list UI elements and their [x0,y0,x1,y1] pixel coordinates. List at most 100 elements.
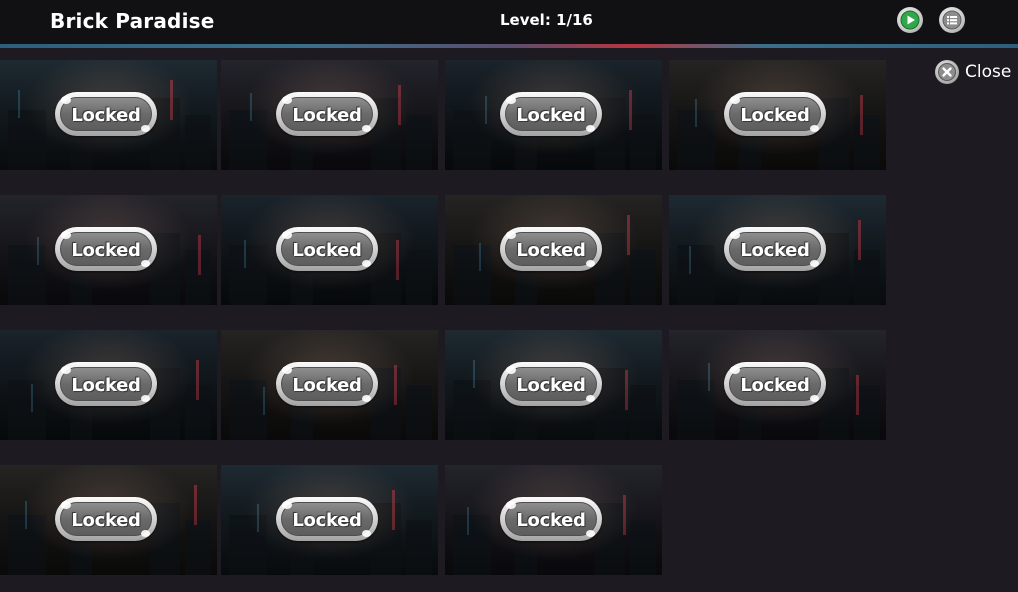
gallery-item-locked[interactable]: Locked [445,60,662,170]
badge-highlight [810,125,819,132]
gallery-item-locked[interactable]: Locked [669,195,886,305]
badge-highlight [730,366,740,374]
gallery-item-locked[interactable]: Locked [669,60,886,170]
locked-badge: Locked [55,362,157,406]
gallery-item-locked[interactable]: Locked [0,330,217,440]
locked-badge: Locked [55,497,157,541]
badge-highlight [506,501,516,509]
locked-label: Locked [740,375,810,396]
gallery-item-locked[interactable]: Locked [221,195,438,305]
locked-badge-inner: Locked [60,97,152,131]
locked-label: Locked [71,105,141,126]
locked-badge: Locked [276,92,378,136]
locked-label: Locked [292,105,362,126]
badge-highlight [282,366,292,374]
locked-badge-inner: Locked [281,97,373,131]
locked-label: Locked [740,240,810,261]
locked-badge: Locked [276,362,378,406]
close-icon [935,60,959,84]
badge-highlight [362,395,371,402]
gallery-item-locked[interactable]: Locked [221,60,438,170]
locked-label: Locked [516,240,586,261]
locked-badge: Locked [724,362,826,406]
badge-highlight [506,231,516,239]
badge-highlight [586,395,595,402]
locked-label: Locked [516,105,586,126]
gallery-item-locked[interactable]: Locked [0,465,217,575]
gallery-item-locked[interactable]: Locked [221,330,438,440]
locked-badge: Locked [724,92,826,136]
badge-highlight [810,260,819,267]
badge-highlight [506,366,516,374]
badge-highlight [362,530,371,537]
locked-label: Locked [71,240,141,261]
locked-label: Locked [516,375,586,396]
locked-badge-inner: Locked [505,232,597,266]
locked-label: Locked [516,510,586,531]
badge-highlight [282,501,292,509]
locked-badge-inner: Locked [281,367,373,401]
locked-label: Locked [292,240,362,261]
locked-label: Locked [71,375,141,396]
locked-badge-inner: Locked [729,367,821,401]
badge-highlight [141,260,150,267]
close-label: Close [965,62,1012,82]
play-button[interactable] [897,7,923,33]
game-title: Brick Paradise [50,9,215,33]
locked-badge-inner: Locked [729,97,821,131]
locked-badge-inner: Locked [505,502,597,536]
locked-label: Locked [292,510,362,531]
badge-highlight [810,395,819,402]
locked-label: Locked [740,105,810,126]
gallery-item-locked[interactable]: Locked [445,330,662,440]
locked-badge: Locked [276,497,378,541]
badge-highlight [61,96,71,104]
locked-badge-inner: Locked [60,232,152,266]
locked-badge: Locked [500,92,602,136]
header-accent-strip [0,44,1018,48]
level-indicator: Level: 1/16 [500,11,593,29]
locked-label: Locked [292,375,362,396]
badge-highlight [362,260,371,267]
locked-badge: Locked [500,227,602,271]
badge-highlight [586,530,595,537]
menu-button[interactable] [939,7,965,33]
badge-highlight [282,96,292,104]
locked-badge: Locked [500,497,602,541]
locked-badge: Locked [724,227,826,271]
play-icon [900,10,920,30]
badge-highlight [141,530,150,537]
locked-badge-inner: Locked [505,97,597,131]
locked-badge-inner: Locked [505,367,597,401]
badge-highlight [506,96,516,104]
gallery-item-locked[interactable]: Locked [0,60,217,170]
gallery-item-locked[interactable]: Locked [221,465,438,575]
badge-highlight [730,231,740,239]
locked-badge: Locked [55,92,157,136]
locked-badge: Locked [500,362,602,406]
badge-highlight [586,260,595,267]
close-button[interactable]: Close [935,59,1011,85]
badge-highlight [282,231,292,239]
gallery-item-locked[interactable]: Locked [669,330,886,440]
badge-highlight [61,366,71,374]
list-icon [942,10,962,30]
gallery-item-locked[interactable]: Locked [0,195,217,305]
locked-badge-inner: Locked [729,232,821,266]
badge-highlight [730,96,740,104]
locked-badge: Locked [276,227,378,271]
locked-badge: Locked [55,227,157,271]
badge-highlight [586,125,595,132]
top-bar: Brick Paradise Level: 1/16 [0,0,1018,44]
locked-badge-inner: Locked [281,232,373,266]
badge-highlight [141,125,150,132]
gallery-item-locked[interactable]: Locked [445,195,662,305]
badge-highlight [61,501,71,509]
gallery-item-locked[interactable]: Locked [445,465,662,575]
locked-label: Locked [71,510,141,531]
badge-highlight [61,231,71,239]
badge-highlight [362,125,371,132]
locked-badge-inner: Locked [60,367,152,401]
locked-badge-inner: Locked [60,502,152,536]
locked-badge-inner: Locked [281,502,373,536]
